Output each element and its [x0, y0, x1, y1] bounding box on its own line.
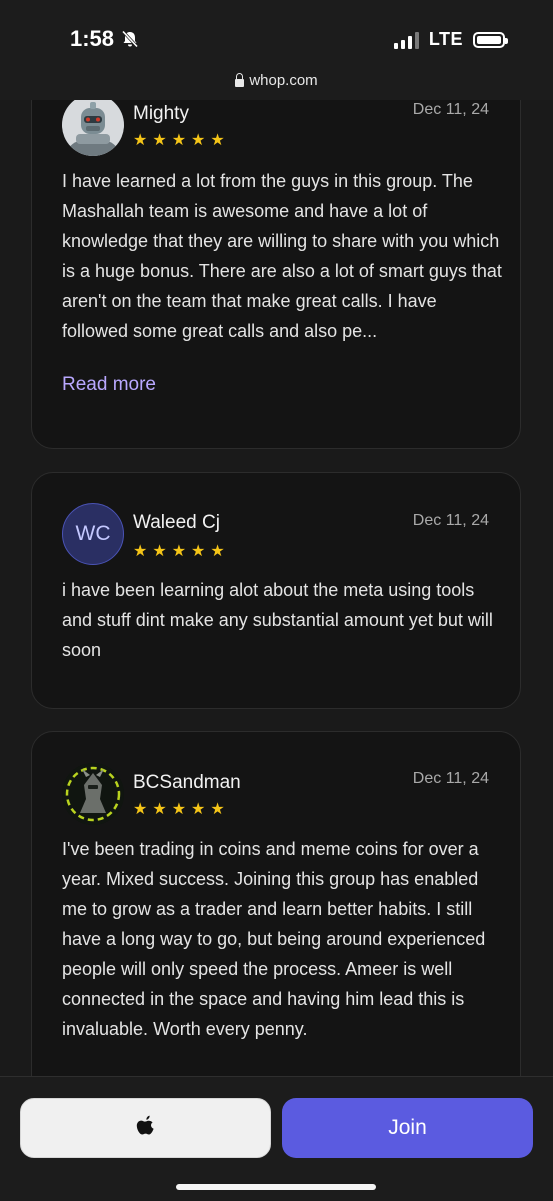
review-card: BCSandman Dec 11, 24 ★ ★ ★ ★ ★ I've been…	[31, 731, 521, 1076]
read-more-link[interactable]: Read more	[62, 374, 156, 396]
star-icon: ★	[133, 801, 148, 818]
star-icon: ★	[210, 132, 225, 149]
status-bar: 1:58 LTE whop.com	[0, 0, 553, 100]
star-icon: ★	[171, 132, 187, 149]
star-icon: ★	[210, 801, 225, 818]
reviews-list[interactable]: Mighty Dec 11, 24 ★ ★ ★ ★ ★ I have learn…	[0, 100, 553, 1076]
star-icon: ★	[152, 801, 167, 818]
star-rating: ★ ★ ★ ★ ★	[133, 802, 225, 818]
star-icon: ★	[191, 543, 206, 560]
review-card: Mighty Dec 11, 24 ★ ★ ★ ★ ★ I have learn…	[31, 100, 521, 449]
star-rating: ★ ★ ★ ★ ★	[133, 133, 225, 149]
cellular-signal-icon	[393, 31, 419, 49]
home-indicator[interactable]	[176, 1184, 376, 1190]
star-icon: ★	[133, 132, 148, 149]
star-icon: ★	[171, 801, 187, 818]
apple-icon	[136, 1115, 154, 1135]
join-label: Join	[388, 1116, 427, 1139]
star-icon: ★	[171, 543, 187, 560]
join-button[interactable]: Join	[282, 1098, 533, 1158]
star-icon: ★	[191, 801, 206, 818]
avatar-initials: WC	[75, 522, 111, 545]
robot-avatar-icon	[62, 100, 124, 156]
avatar	[62, 100, 124, 156]
time-text: 1:58	[70, 26, 115, 51]
avatar: WC	[62, 503, 124, 565]
network-type: LTE	[428, 29, 463, 49]
reviewer-name: Mighty	[133, 103, 189, 124]
reviewer-name: Waleed Cj	[133, 512, 220, 533]
apple-pay-button[interactable]	[20, 1098, 271, 1158]
star-icon: ★	[152, 132, 167, 149]
url-text: whop.com	[249, 72, 318, 89]
bottom-action-bar: Join	[0, 1076, 553, 1201]
lock-icon	[235, 72, 245, 87]
reviewer-name: BCSandman	[133, 772, 241, 793]
review-text: I've been trading in coins and meme coin…	[62, 839, 486, 1039]
avatar	[62, 763, 124, 825]
star-icon: ★	[191, 132, 206, 149]
status-indicators: LTE	[393, 29, 508, 50]
url-bar[interactable]: whop.com	[0, 72, 553, 89]
review-text: I have learned a lot from the guys in th…	[62, 171, 502, 341]
review-date: Dec 11, 24	[412, 512, 489, 529]
dark-warrior-avatar-icon	[62, 763, 124, 825]
bell-slash-icon	[121, 30, 139, 48]
star-icon: ★	[152, 543, 167, 560]
review-date: Dec 11, 24	[412, 770, 489, 787]
star-rating: ★ ★ ★ ★ ★	[133, 544, 225, 560]
star-icon: ★	[210, 543, 225, 560]
review-text: i have been learning alot about the meta…	[62, 580, 493, 660]
status-time: 1:58	[70, 26, 140, 52]
review-card: WC Waleed Cj Dec 11, 24 ★ ★ ★ ★ ★ i have…	[31, 472, 521, 709]
star-icon: ★	[133, 543, 148, 560]
review-date: Dec 11, 24	[412, 101, 489, 118]
battery-icon	[473, 31, 508, 48]
